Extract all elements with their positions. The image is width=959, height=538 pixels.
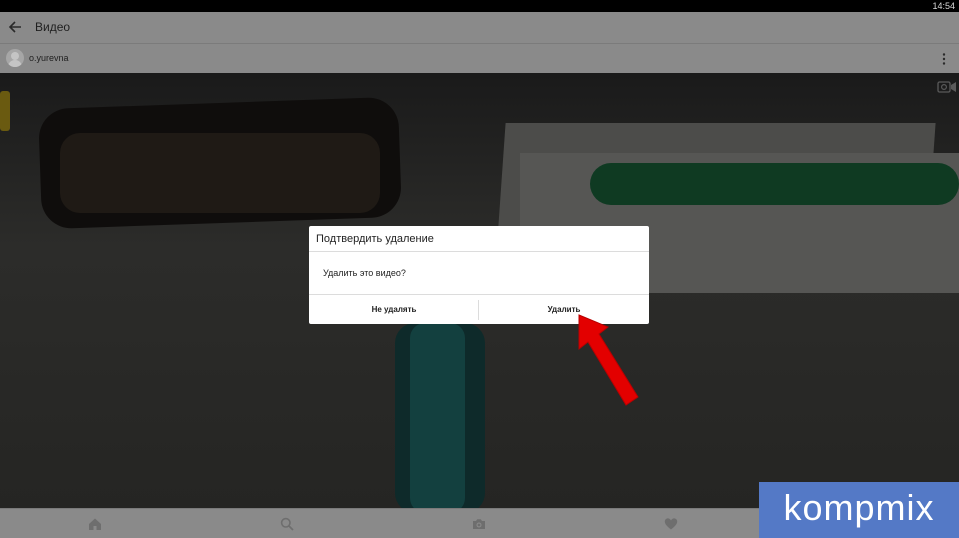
search-icon[interactable] — [280, 517, 294, 531]
video-frame-object — [60, 133, 380, 213]
status-time: 14:54 — [932, 1, 955, 11]
arrow-annotation-icon — [578, 314, 639, 406]
video-frame-object — [590, 163, 959, 205]
heart-icon[interactable] — [664, 517, 678, 531]
status-bar: 14:54 — [0, 0, 959, 12]
home-icon[interactable] — [88, 517, 102, 531]
arrow-left-icon[interactable] — [6, 17, 24, 37]
watermark-text: kompmix — [783, 487, 935, 528]
confirm-delete-dialog: Подтвердить удаление Удалить это видео? … — [309, 226, 649, 324]
video-frame-object — [0, 91, 10, 131]
camera-icon[interactable] — [472, 517, 486, 531]
username-link[interactable]: o.yurevna — [29, 44, 69, 73]
watermark-logo: kompmix — [759, 482, 959, 538]
cancel-button[interactable]: Не удалять — [309, 295, 479, 324]
page-title: Видео — [35, 20, 71, 34]
camera-toggle-icon[interactable] — [937, 80, 957, 94]
app-bar: Видео — [0, 12, 959, 43]
avatar-icon[interactable] — [6, 49, 24, 67]
more-vert-icon[interactable] — [940, 52, 948, 66]
post-header: o.yurevna — [0, 43, 959, 73]
dialog-title: Подтвердить удаление — [309, 226, 649, 252]
video-frame-object — [410, 323, 465, 508]
dialog-message: Удалить это видео? — [323, 268, 406, 278]
